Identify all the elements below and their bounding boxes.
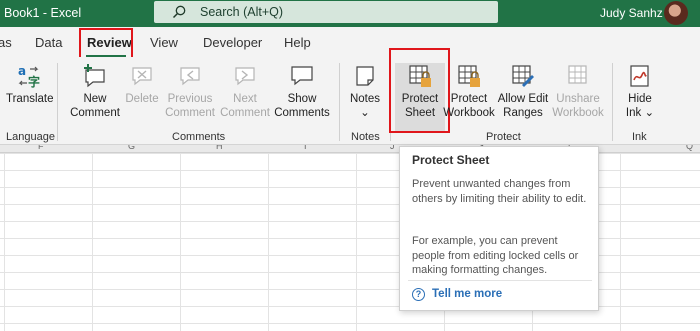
translate-label: Translate [6,93,54,105]
show-comments-button[interactable]: Show Comments [272,63,332,120]
search-icon [172,5,186,19]
hide-ink-label-2: Ink ⌄ [625,107,655,119]
allow-edit-ranges-icon [512,65,534,87]
column-header[interactable]: I [304,145,307,151]
svg-text:字: 字 [28,74,40,89]
new-comment-label-2: Comment [70,107,120,119]
tab-formulas-partial[interactable]: as [0,35,12,50]
notes-label: Notes [349,93,381,105]
tab-data[interactable]: Data [35,35,62,50]
translate-button[interactable]: a 字 Translate [6,63,54,106]
unshare-workbook-button[interactable]: Unshare Workbook [551,63,605,120]
show-comments-label-1: Show [287,93,317,105]
previous-comment-label-1: Previous [167,93,213,105]
protect-workbook-label-2: Workbook [443,107,495,119]
group-separator [57,63,58,141]
allow-edit-ranges-label-1: Allow Edit [497,93,549,105]
unshare-workbook-label-1: Unshare [556,93,600,105]
highlight-review-tab [79,28,133,59]
tooltip-divider [408,280,592,281]
notes-button[interactable]: Notes ⌄ [345,63,385,120]
group-label-notes: Notes [351,131,380,143]
hide-ink-label-1: Hide [628,93,652,105]
group-label-ink: Ink [632,131,647,143]
notes-chevron-icon: ⌄ [360,107,370,119]
previous-comment-button[interactable]: Previous Comment [163,63,217,120]
title-bar: Book1 - Excel Search (Alt+Q) Judy Sanhz [0,0,700,27]
column-header[interactable]: J [390,145,395,151]
protect-workbook-button[interactable]: Protect Workbook [443,63,495,120]
previous-comment-icon [180,67,200,86]
avatar[interactable] [664,1,688,25]
help-icon[interactable]: ? [412,288,425,301]
hide-ink-button[interactable]: Hide Ink ⌄ [618,63,662,120]
group-label-language: Language [6,131,55,143]
window-title: Book1 - Excel [4,6,82,20]
protect-sheet-tooltip: Protect Sheet Prevent unwanted changes f… [399,146,599,311]
allow-edit-ranges-label-2: Ranges [503,107,543,119]
search-placeholder: Search (Alt+Q) [200,5,284,19]
svg-text:a: a [18,64,26,78]
unshare-workbook-icon [568,65,587,84]
tab-developer[interactable]: Developer [203,35,262,50]
unshare-workbook-label-2: Workbook [552,107,604,119]
group-label-protect: Protect [486,131,521,143]
tab-help[interactable]: Help [284,35,311,50]
tab-view[interactable]: View [150,35,178,50]
group-separator [612,63,613,141]
translate-icon: a 字 [18,64,40,89]
group-separator [339,63,340,141]
protect-workbook-icon [458,65,480,87]
new-comment-label-1: New [83,93,107,105]
hide-ink-icon [630,65,649,87]
tooltip-description: Prevent unwanted changes from others by … [412,178,587,205]
search-box[interactable]: Search (Alt+Q) [154,1,498,23]
user-name[interactable]: Judy Sanhz [600,6,663,20]
next-comment-label-1: Next [233,93,257,105]
show-comments-icon [291,66,313,86]
delete-comment-button[interactable]: Delete [123,63,161,106]
notes-icon [356,66,374,86]
highlight-protect-sheet [389,48,450,133]
column-header[interactable]: Q [686,145,693,151]
column-header[interactable]: F [38,145,44,151]
delete-comment-label: Delete [125,93,159,105]
next-comment-button[interactable]: Next Comment [219,63,271,120]
column-header[interactable]: H [216,145,223,151]
delete-comment-icon [132,67,152,86]
protect-workbook-label-1: Protect [450,93,488,105]
new-comment-icon [84,64,105,88]
tell-me-more-link[interactable]: Tell me more [432,288,502,300]
next-comment-label-2: Comment [220,107,270,119]
column-header[interactable]: G [128,145,135,151]
allow-edit-ranges-button[interactable]: Allow Edit Ranges [496,63,550,120]
tooltip-example: For example, you can prevent people from… [412,235,579,276]
group-label-comments: Comments [172,131,226,143]
new-comment-button[interactable]: New Comment [66,63,124,120]
tooltip-title: Protect Sheet [412,153,490,167]
next-comment-icon [235,67,255,86]
show-comments-label-2: Comments [274,107,330,119]
previous-comment-label-2: Comment [165,107,215,119]
